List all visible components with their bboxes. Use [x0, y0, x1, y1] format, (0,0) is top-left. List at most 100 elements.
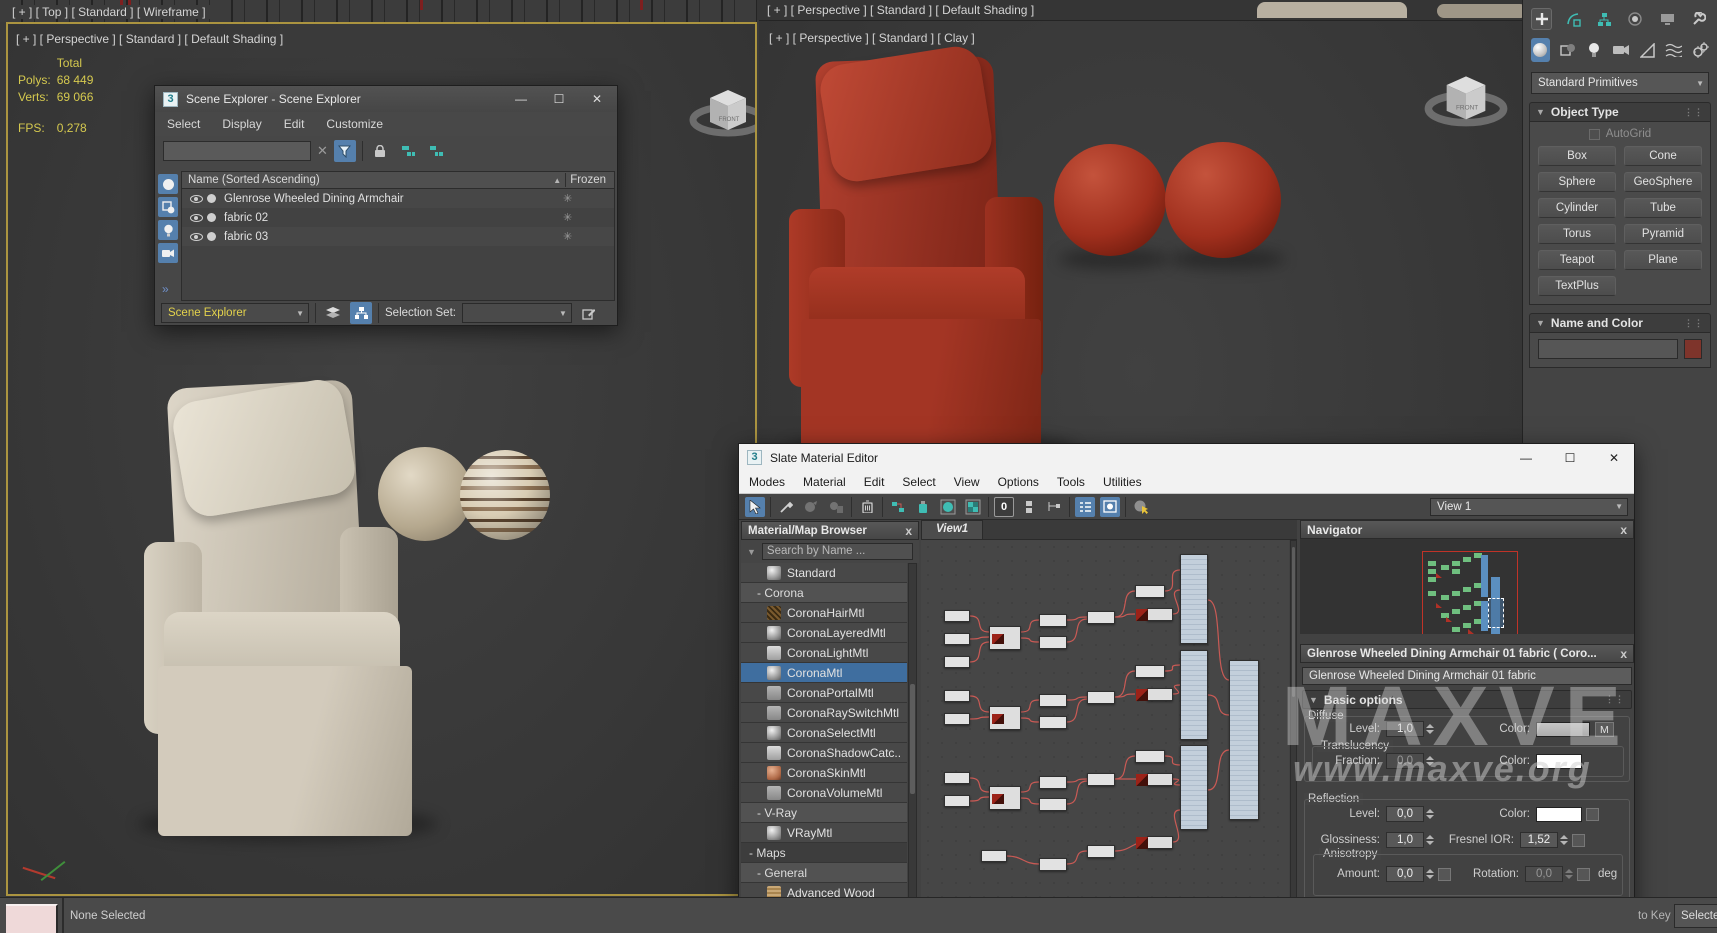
material-item[interactable]: VRayMtl	[741, 823, 907, 843]
display-lights-icon[interactable]	[158, 220, 178, 240]
maximize-button[interactable]: ☐	[1564, 451, 1576, 465]
material-group[interactable]: - Corona	[741, 583, 907, 603]
diffuse-level-field[interactable]: 1,0	[1386, 721, 1424, 737]
sme-menu-utilities[interactable]: Utilities	[1103, 475, 1142, 489]
graph-node-comp2[interactable]	[1136, 608, 1173, 621]
graph-node-map[interactable]	[944, 713, 970, 725]
graph-node-map[interactable]	[1087, 691, 1115, 704]
create-button-cone[interactable]: Cone	[1624, 146, 1702, 166]
tab-modify[interactable]	[1562, 8, 1583, 30]
close-button[interactable]: ✕	[1608, 451, 1620, 465]
navigator-header[interactable]: Navigator x	[1300, 520, 1634, 539]
graph-node-map[interactable]	[981, 850, 1007, 862]
material-params-header[interactable]: Glenrose Wheeled Dining Armchair 01 fabr…	[1300, 644, 1634, 663]
render-map-icon[interactable]	[913, 497, 933, 517]
object-name-field[interactable]	[1538, 339, 1678, 359]
material-item[interactable]: CoronaShadowCatc..	[741, 743, 907, 763]
sphere-plaid-object[interactable]	[460, 450, 550, 540]
lock-icon[interactable]	[369, 140, 391, 162]
graph-node-map[interactable]	[1039, 614, 1067, 627]
translucency-color-swatch[interactable]	[1536, 753, 1582, 769]
close-panel-icon[interactable]: x	[1620, 523, 1627, 537]
visibility-eye-icon[interactable]	[190, 194, 203, 203]
view-dropdown[interactable]: View 1 ▼	[1430, 497, 1628, 516]
graph-node-map[interactable]	[1087, 773, 1115, 786]
column-headers[interactable]: Name (Sorted Ascending) ▲ Frozen	[181, 171, 615, 189]
put-material-icon[interactable]	[801, 497, 821, 517]
subtab-shapes[interactable]	[1559, 39, 1576, 61]
reflection-level-field[interactable]: 0,0	[1386, 806, 1424, 822]
collapse-tree-icon[interactable]	[425, 140, 447, 162]
show-parameters-icon[interactable]	[1075, 496, 1095, 517]
autokey-button-partial[interactable]: to Key	[1638, 910, 1671, 922]
graph-node-comp[interactable]	[989, 786, 1021, 810]
select-tool-icon[interactable]	[745, 496, 765, 517]
viewport-back-label[interactable]: [ + ] [ Perspective ] [ Standard ] [ Def…	[767, 3, 1034, 17]
basic-options-rollout[interactable]: ▼ Basic options ⋮⋮	[1302, 690, 1632, 709]
fresnel-ior-field[interactable]: 1,52	[1520, 832, 1558, 848]
graph-node-map[interactable]	[1135, 585, 1165, 598]
scene-explorer-titlebar[interactable]: 3 Scene Explorer - Scene Explorer — ☐ ✕	[155, 86, 617, 112]
frozen-icon[interactable]: ✳	[563, 192, 572, 205]
show-values-icon[interactable]	[1100, 496, 1120, 517]
se-menu-display[interactable]: Display	[222, 117, 261, 131]
sme-menu-select[interactable]: Select	[902, 475, 935, 489]
material-map-browser-header[interactable]: Material/Map Browser x	[741, 521, 919, 540]
minimize-button[interactable]: —	[1520, 451, 1532, 465]
layout-children-icon[interactable]	[1044, 497, 1064, 517]
expand-tree-icon[interactable]	[397, 140, 419, 162]
graph-node-map[interactable]	[1039, 636, 1067, 649]
reflection-color-swatch[interactable]	[1536, 806, 1582, 822]
amount-map-button[interactable]	[1438, 867, 1451, 881]
close-button[interactable]: ✕	[591, 92, 603, 106]
name-color-rollout-header[interactable]: ▼ Name and Color ⋮⋮	[1529, 313, 1711, 333]
tab-view1[interactable]: View1	[921, 520, 984, 539]
material-item[interactable]: CoronaVolumeMtl	[741, 783, 907, 803]
strip-overflow-chevrons[interactable]: »	[162, 282, 169, 296]
maxscript-mini-listener[interactable]	[6, 904, 58, 933]
display-all-icon[interactable]	[158, 174, 178, 194]
create-button-pyramid[interactable]: Pyramid	[1624, 224, 1702, 244]
frozen-icon[interactable]: ✳	[563, 211, 572, 224]
graph-node-map[interactable]	[1087, 611, 1115, 624]
table-row[interactable]: fabric 02 ✳	[182, 208, 614, 227]
material-group[interactable]: - Maps	[741, 843, 907, 863]
material-item[interactable]: CoronaSelectMtl	[741, 723, 907, 743]
graph-node-comp[interactable]	[989, 706, 1021, 730]
scene-explorer-search-input[interactable]	[163, 141, 311, 161]
material-item[interactable]: CoronaRaySwitchMtl	[741, 703, 907, 723]
material-item[interactable]: CoronaHairMtl	[741, 603, 907, 623]
se-menu-customize[interactable]: Customize	[326, 117, 383, 131]
rotation-field[interactable]: 0,0	[1525, 866, 1563, 882]
se-menu-edit[interactable]: Edit	[284, 117, 305, 131]
tab-hierarchy[interactable]	[1594, 8, 1615, 30]
put-to-library-icon[interactable]	[826, 497, 846, 517]
search-by-name-input[interactable]: Search by Name ...	[761, 543, 913, 560]
subtab-cameras[interactable]	[1612, 39, 1630, 61]
delete-icon[interactable]	[857, 497, 877, 517]
clear-search-icon[interactable]: ✕	[317, 143, 328, 159]
create-button-geosphere[interactable]: GeoSphere	[1624, 172, 1702, 192]
maximize-button[interactable]: ☐	[553, 92, 565, 106]
graph-node-map[interactable]	[1039, 716, 1067, 729]
viewport-right-label[interactable]: [ + ] [ Perspective ] [ Standard ] [ Cla…	[769, 31, 975, 45]
select-by-material-icon[interactable]	[1131, 497, 1151, 517]
subtab-geometry[interactable]	[1531, 38, 1550, 62]
diffuse-level-spinner[interactable]	[1426, 724, 1434, 734]
glossiness-field[interactable]: 1,0	[1386, 832, 1424, 848]
layout-vertical-icon[interactable]	[1019, 497, 1039, 517]
graph-node-map[interactable]	[944, 795, 970, 807]
sme-menu-options[interactable]: Options	[998, 475, 1039, 489]
graph-node-mtl[interactable]	[1180, 745, 1208, 830]
table-row[interactable]: fabric 03 ✳	[182, 227, 614, 246]
create-button-teapot[interactable]: Teapot	[1538, 250, 1616, 270]
layers-icon[interactable]	[322, 302, 344, 324]
sme-menu-tools[interactable]: Tools	[1057, 475, 1085, 489]
pick-material-icon[interactable]	[776, 497, 796, 517]
explorer-type-dropdown[interactable]: Scene Explorer ▼	[161, 303, 309, 323]
minimize-button[interactable]: —	[515, 92, 527, 106]
hierarchy-mode-icon[interactable]	[350, 302, 372, 324]
subtab-spacewarps[interactable]	[1665, 39, 1683, 61]
graph-node-map[interactable]	[1039, 858, 1067, 871]
graph-node-comp2[interactable]	[1136, 836, 1173, 849]
